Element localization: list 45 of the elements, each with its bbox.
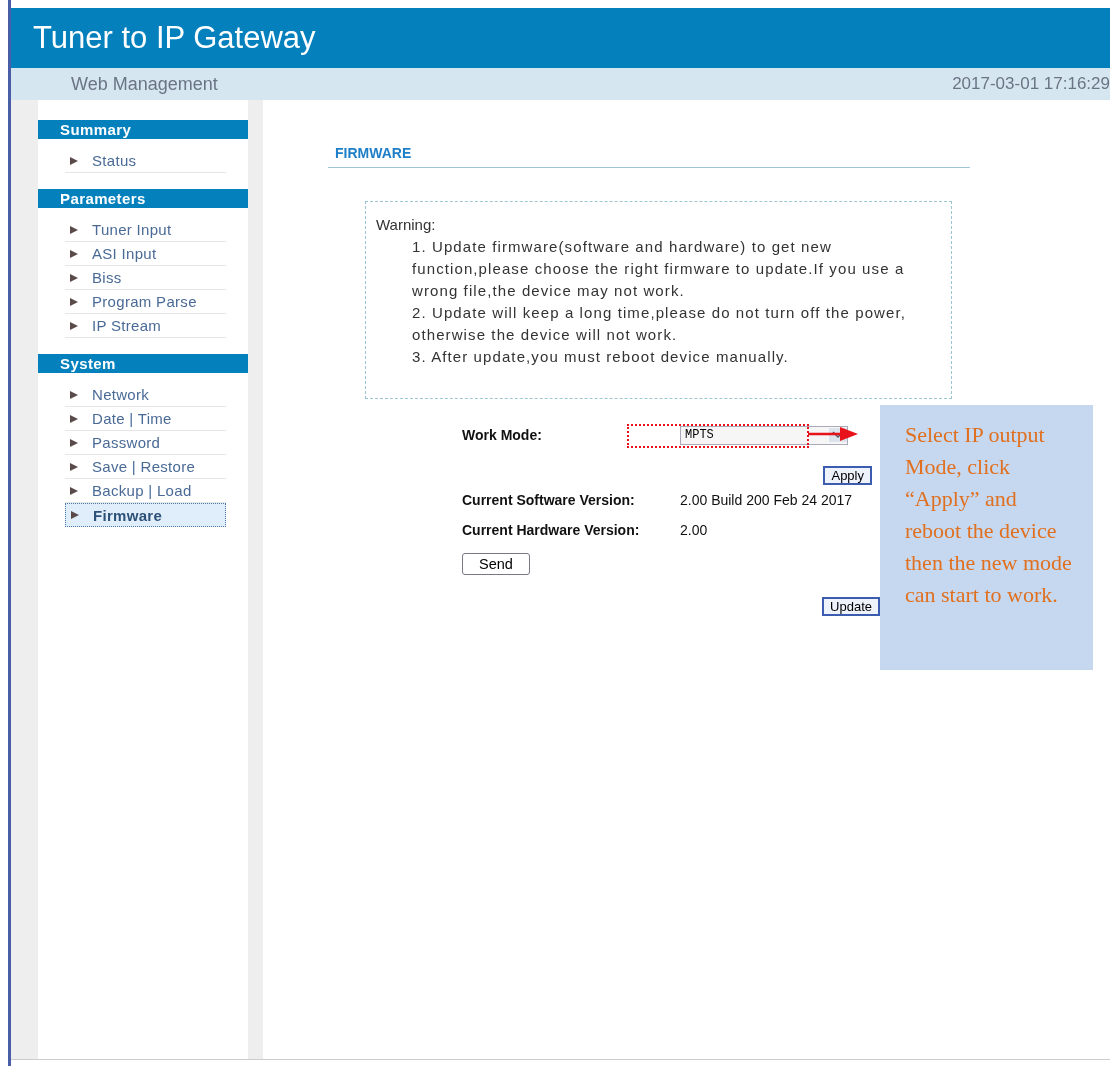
triangle-icon <box>69 155 79 166</box>
section-header: Summary <box>38 120 248 139</box>
work-mode-select[interactable]: MPTS <box>680 425 848 445</box>
triangle-icon <box>69 437 79 448</box>
sidebar-item[interactable]: Biss <box>65 266 226 290</box>
triangle-icon <box>69 248 79 259</box>
sidebar-item[interactable]: Status <box>65 149 226 173</box>
sidebar-item[interactable]: Password <box>65 431 226 455</box>
sidebar-item[interactable]: Save | Restore <box>65 455 226 479</box>
field-label: Current Hardware Version: <box>462 522 641 538</box>
sidebar-item[interactable]: ASI Input <box>65 242 226 266</box>
sidebar-item[interactable]: Program Parse <box>65 290 226 314</box>
app-title: Tuner to IP Gateway <box>33 20 316 56</box>
subtitle: Web Management <box>71 73 218 95</box>
sidebar-item[interactable]: IP Stream <box>65 314 226 338</box>
section-header: System <box>38 354 248 373</box>
warning-text: 2. Update will keep a long time,please do not turn off the power, otherwise the device will not work. <box>412 303 907 345</box>
section-header: Parameters <box>38 189 248 208</box>
send-button[interactable]: Send <box>462 553 530 575</box>
field-label: Work Mode: <box>462 427 543 443</box>
sidebar-item[interactable]: Tuner Input <box>65 218 226 242</box>
sidebar-item[interactable]: Network <box>65 383 226 407</box>
sidebar-item[interactable]: Firmware <box>65 503 226 527</box>
triangle-icon <box>69 485 79 496</box>
warning-text: 1. Update firmware(software and hardware) to get new function,please choose the right firmware to update.If you use a wrong file,the device may not work. <box>412 237 906 301</box>
warning-label: Warning: <box>376 215 437 235</box>
triangle-icon <box>69 296 79 307</box>
triangle-icon <box>69 413 79 424</box>
triangle-icon <box>69 320 79 331</box>
apply-button[interactable]: Apply <box>823 466 872 485</box>
sidebar-item[interactable]: Date | Time <box>65 407 226 431</box>
triangle-icon <box>69 389 79 400</box>
page-title: FIRMWARE <box>328 145 970 168</box>
field-value: 2.00 <box>680 522 708 538</box>
warning-text: 3. After update,you must reboot device manually. <box>412 347 790 367</box>
update-button[interactable]: Update <box>822 597 880 616</box>
field-label: Current Software Version: <box>462 492 636 508</box>
field-value: 2.00 Build 200 Feb 24 2017 <box>680 492 853 508</box>
arrow-icon <box>808 426 858 442</box>
annotation-note: Select IP output Mode, click “Apply” and reboot the device then the new mode can start to work. <box>880 405 1093 670</box>
triangle-icon <box>69 224 79 235</box>
triangle-icon <box>69 461 79 472</box>
triangle-icon <box>70 510 80 520</box>
date-time: 2017-03-01 17:16:29 <box>952 74 1110 94</box>
triangle-icon <box>69 272 79 283</box>
